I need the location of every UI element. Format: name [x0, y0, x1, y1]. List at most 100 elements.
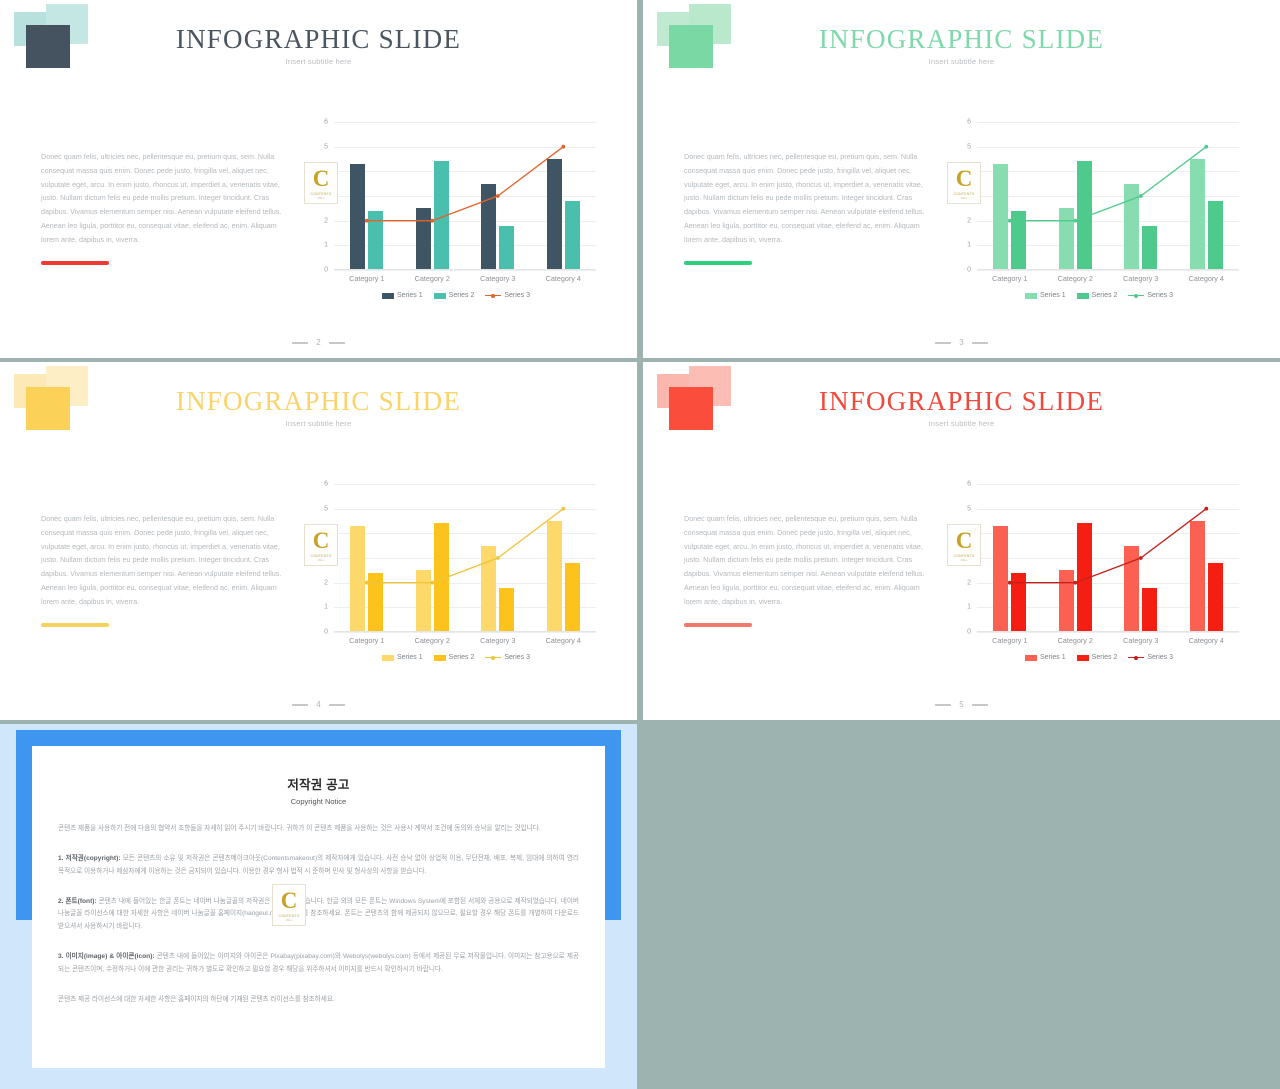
y-axis-tick: 2 [324, 217, 328, 225]
bar-series-2 [564, 200, 580, 270]
y-axis-tick: 0 [967, 266, 971, 274]
y-axis-tick: 1 [324, 603, 328, 611]
x-axis-label: Category 3 [480, 636, 516, 645]
copyright-outro-paragraph: 콘텐츠 제공 라이선스에 대한 자세한 사항은 홈페이지의 하단에 기재된 콘텐… [58, 995, 335, 1003]
body-paragraph: Donec quam felis, ultricies nec, pellent… [41, 514, 282, 606]
x-axis-label: Category 4 [545, 274, 581, 283]
watermark-line-1: CONTENTS [953, 553, 975, 558]
watermark-line-2: MALL [960, 196, 968, 200]
page-indicator: 3 [643, 338, 1280, 347]
legend-item-series-2: Series 2 [1076, 654, 1117, 661]
body-paragraph: Donec quam felis, ultricies nec, pellent… [41, 152, 282, 244]
watermark-line-1: CONTENTS [953, 191, 975, 196]
bars-layer [334, 484, 596, 632]
x-axis-label: Category 2 [414, 274, 450, 283]
copyright-slide[interactable]: 저작권 공고 Copyright Notice 콘텐츠 제품을 사용하기 전에 … [0, 724, 637, 1089]
legend-swatch-series-2 [1076, 292, 1089, 299]
page-number: 2 [316, 338, 321, 347]
infographic-slide-4[interactable]: INFOGRAPHIC SLIDE Insert subtitle here D… [0, 362, 637, 720]
watermark-letter: C [955, 165, 973, 191]
slide-subtitle: Insert subtitle here [928, 57, 995, 66]
bar-series-2 [499, 587, 515, 632]
legend-swatch-series-3 [485, 654, 502, 661]
bar-group [531, 484, 597, 632]
bar-series-2 [433, 523, 449, 632]
slide-subtitle: Insert subtitle here [285, 57, 352, 66]
copyright-section-2-label: 2. 폰트(font): [58, 897, 97, 905]
chart-legend: Series 1 Series 2 Series 3 [943, 654, 1255, 661]
copyright-intro-paragraph: 콘텐츠 제품을 사용하기 전에 다음의 협약서 조항들을 자세히 읽어 주시기 … [58, 825, 541, 832]
legend-item-series-3: Series 3 [1128, 654, 1173, 661]
x-axis-label: Category 2 [1057, 636, 1093, 645]
y-axis-tick: 2 [324, 579, 328, 587]
x-axis-label: Category 1 [992, 636, 1028, 645]
x-axis-labels: Category 1 Category 2 Category 3 Category 4 [977, 636, 1239, 645]
contents-mall-watermark-icon: C CONTENTS MALL [272, 884, 306, 926]
copyright-paper: 저작권 공고 Copyright Notice 콘텐츠 제품을 사용하기 전에 … [32, 746, 605, 1068]
infographic-slide-5[interactable]: INFOGRAPHIC SLIDE Insert subtitle here D… [643, 362, 1280, 720]
grouped-bar-chart[interactable]: 0 1 2 3 4 5 6 [300, 480, 612, 670]
legend-item-series-2: Series 2 [1076, 292, 1117, 299]
y-axis-tick: 5 [324, 505, 328, 513]
infographic-slide-2[interactable]: INFOGRAPHIC SLIDE Insert subtitle here D… [0, 0, 637, 358]
bar-series-1 [1058, 570, 1074, 632]
bar-group [334, 484, 400, 632]
copyright-section-1-label: 1. 저작권(copyright): [58, 854, 121, 862]
legend-item-series-1: Series 1 [381, 654, 423, 661]
grouped-bar-chart[interactable]: 0 1 2 3 4 5 6 [943, 118, 1255, 308]
watermark-line-2: MALL [317, 558, 325, 562]
watermark-line-1: CONTENTS [310, 553, 332, 558]
bar-series-1 [1189, 159, 1205, 270]
bar-series-1 [993, 163, 1009, 270]
infographic-slide-3[interactable]: INFOGRAPHIC SLIDE Insert subtitle here D… [643, 0, 1280, 358]
x-axis-label: Category 4 [1188, 274, 1224, 283]
copyright-section-3-label: 3. 이미지(image) & 아이콘(icon): [58, 953, 155, 961]
page-number: 4 [316, 700, 321, 709]
bar-series-2 [368, 210, 384, 270]
grouped-bar-chart[interactable]: 0 1 2 3 4 5 6 [300, 118, 612, 308]
y-axis-tick: 0 [324, 266, 328, 274]
y-axis-tick: 2 [967, 579, 971, 587]
x-axis-line [334, 269, 596, 270]
watermark-line-2: MALL [317, 196, 325, 200]
bar-series-2 [1207, 562, 1223, 632]
bar-series-2 [1142, 587, 1158, 632]
bar-series-2 [1142, 225, 1158, 270]
grouped-bar-chart[interactable]: 0 1 2 3 4 5 6 [943, 480, 1255, 670]
bar-series-1 [415, 570, 431, 632]
watermark-line-2: MALL [960, 558, 968, 562]
bar-series-1 [481, 545, 497, 632]
legend-swatch-series-3 [1128, 654, 1145, 661]
legend-swatch-series-2 [433, 292, 446, 299]
bar-group [977, 484, 1043, 632]
y-axis-tick: 6 [967, 480, 971, 488]
gridline [334, 632, 596, 633]
y-axis-tick: 1 [324, 241, 328, 249]
page-number: 5 [959, 700, 964, 709]
page-indicator: 4 [0, 700, 637, 709]
watermark-line-2: MALL [285, 918, 293, 922]
legend-swatch-series-1 [1024, 654, 1037, 661]
bar-series-2 [1207, 200, 1223, 270]
x-axis-label: Category 3 [1123, 636, 1159, 645]
pager-dash-right [971, 703, 988, 706]
legend-item-series-2: Series 2 [433, 292, 474, 299]
bar-series-2 [1076, 523, 1092, 632]
copyright-section-1-body: 모든 콘텐츠의 소유 및 저작권은 콘텐츠메이크아웃(Contentsmakeo… [58, 854, 579, 875]
accent-rule [41, 623, 109, 627]
bar-series-1 [1124, 183, 1140, 270]
y-axis-tick: 5 [967, 143, 971, 151]
pager-dash-left [292, 703, 309, 706]
bar-series-1 [481, 183, 497, 270]
bar-series-2 [1011, 572, 1027, 632]
legend-swatch-series-3 [485, 292, 502, 299]
bar-group [334, 122, 400, 270]
accent-rule [684, 261, 752, 265]
bar-group [1174, 122, 1240, 270]
legend-swatch-series-2 [1076, 654, 1089, 661]
bars-layer [977, 122, 1239, 270]
slide-subtitle: Insert subtitle here [285, 419, 352, 428]
slide-title: INFOGRAPHIC SLIDE [175, 386, 462, 416]
x-axis-labels: Category 1 Category 2 Category 3 Category 4 [334, 274, 596, 283]
legend-item-series-3: Series 3 [485, 654, 530, 661]
